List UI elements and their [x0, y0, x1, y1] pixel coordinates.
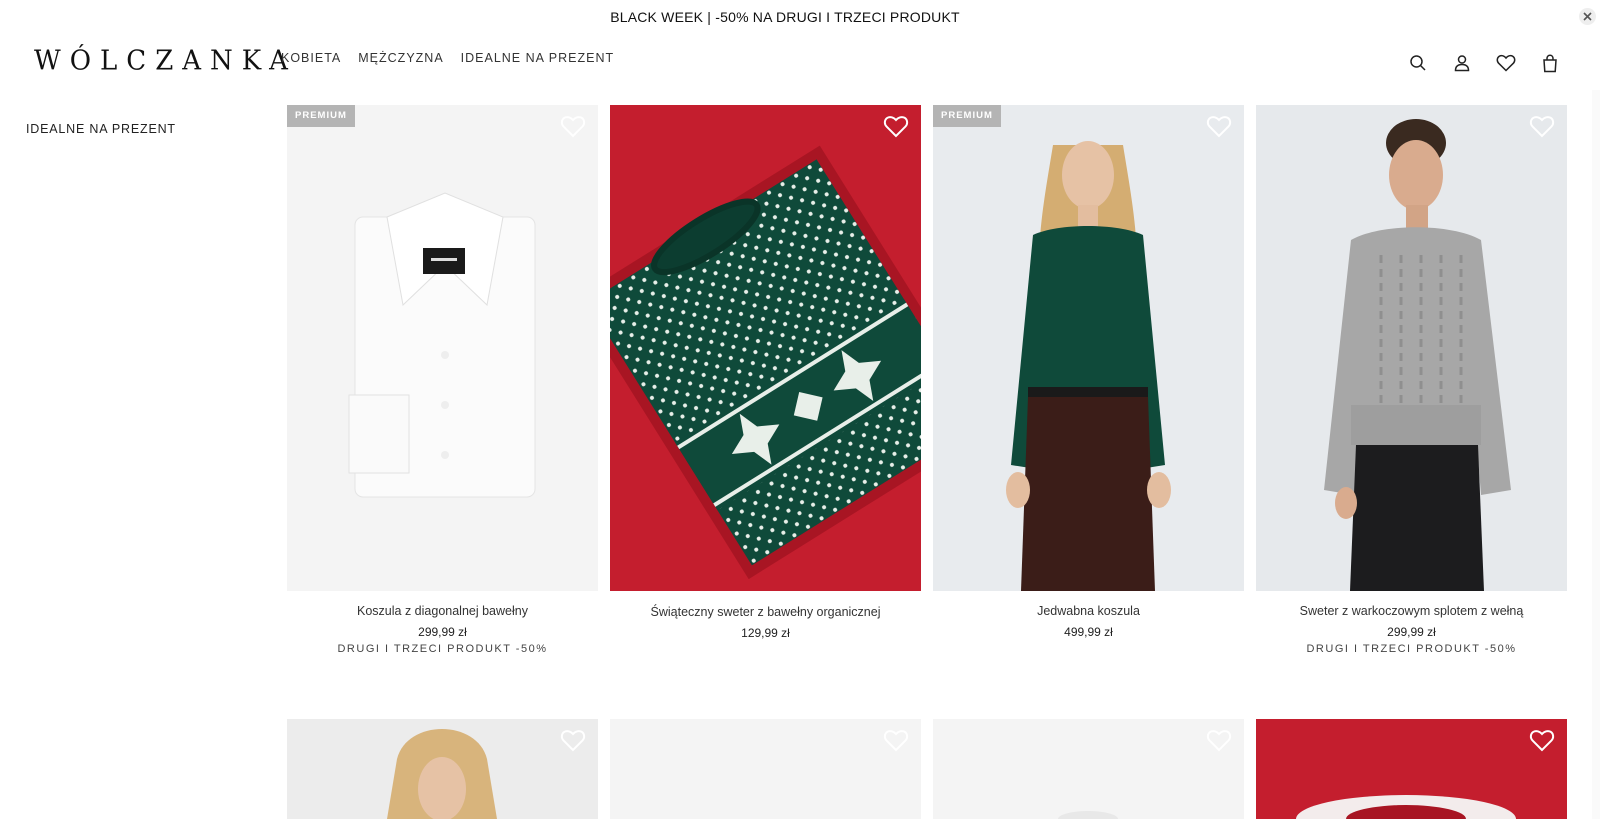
- heart-icon[interactable]: [560, 115, 586, 141]
- promo-bar: BLACK WEEK | -50% NA DRUGI I TRZECI PROD…: [0, 0, 1600, 34]
- product-promo: DRUGI I TRZECI PRODUKT -50%: [337, 643, 548, 655]
- nav-item-kobieta[interactable]: KOBIETA: [281, 51, 341, 65]
- heart-icon[interactable]: [883, 729, 909, 755]
- product-name[interactable]: Świąteczny sweter z bawełny organicznej: [610, 605, 921, 619]
- product-image[interactable]: [1256, 105, 1567, 591]
- model-sweater-image: [1256, 105, 1567, 591]
- model-blouse-image: [933, 105, 1244, 591]
- product-image[interactable]: [610, 719, 921, 819]
- premium-badge: PREMIUM: [287, 105, 355, 127]
- header-icons: [1396, 48, 1572, 78]
- product-image[interactable]: [1256, 719, 1567, 819]
- heart-icon[interactable]: [1529, 729, 1555, 755]
- shirt-image: [287, 105, 598, 591]
- sidebar-category[interactable]: IDEALNE NA PREZENT: [26, 122, 176, 136]
- heart-icon[interactable]: [1206, 115, 1232, 141]
- cart-icon[interactable]: [1528, 48, 1572, 78]
- product-price: 299,99 zł: [1387, 625, 1436, 639]
- heart-icon[interactable]: [1529, 115, 1555, 141]
- close-icon[interactable]: [1579, 8, 1596, 25]
- scrollbar[interactable]: [1592, 90, 1600, 819]
- model-image: [287, 719, 598, 819]
- premium-badge: PREMIUM: [933, 105, 1001, 127]
- search-icon[interactable]: [1396, 48, 1440, 78]
- wishlist-icon[interactable]: [1484, 48, 1528, 78]
- product-image[interactable]: [287, 719, 598, 819]
- site-header: WÓLCZANKA KOBIETA MĘŻCZYZNA IDEALNE NA P…: [0, 34, 1600, 90]
- product-price: 299,99 zł: [418, 625, 467, 639]
- product-name[interactable]: Jedwabna koszula: [933, 604, 1244, 618]
- product-promo: DRUGI I TRZECI PRODUKT -50%: [1306, 643, 1517, 655]
- product-price: 129,99 zł: [741, 626, 790, 640]
- user-icon[interactable]: [1440, 48, 1484, 78]
- heart-icon[interactable]: [883, 115, 909, 141]
- product-image[interactable]: PREMIUM: [287, 105, 598, 591]
- brand-logo[interactable]: WÓLCZANKA: [34, 45, 297, 77]
- main-nav: KOBIETA MĘŻCZYZNA IDEALNE NA PREZENT: [281, 51, 631, 65]
- product-image[interactable]: [610, 105, 921, 591]
- product-image[interactable]: [933, 719, 1244, 819]
- heart-icon[interactable]: [1206, 729, 1232, 755]
- nav-item-mezczyzna[interactable]: MĘŻCZYZNA: [358, 51, 443, 65]
- sweater-image: [610, 105, 921, 591]
- product-photo: [1256, 719, 1567, 819]
- product-photo: [933, 719, 1244, 819]
- product-name[interactable]: Sweter z warkoczowym splotem z wełną: [1256, 604, 1567, 618]
- promo-text: BLACK WEEK | -50% NA DRUGI I TRZECI PROD…: [610, 9, 960, 25]
- product-image[interactable]: PREMIUM: [933, 105, 1244, 591]
- nav-item-idealne-na-prezent[interactable]: IDEALNE NA PREZENT: [461, 51, 614, 65]
- heart-icon[interactable]: [560, 729, 586, 755]
- product-price: 499,99 zł: [1064, 625, 1113, 639]
- product-name[interactable]: Koszula z diagonalnej bawełny: [287, 604, 598, 618]
